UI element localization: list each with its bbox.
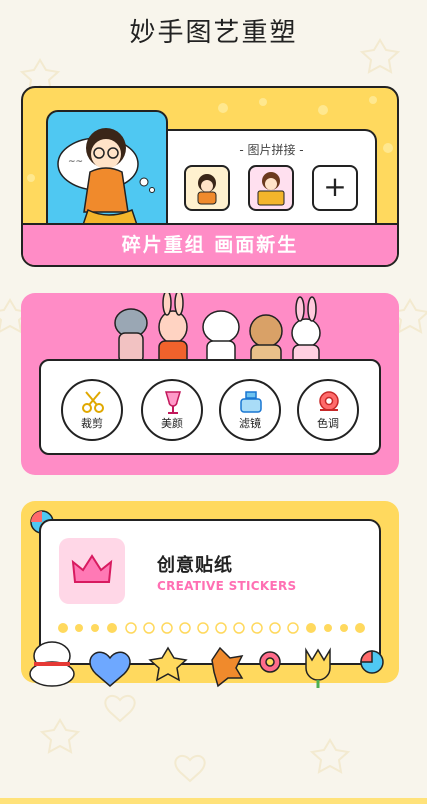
svg-text:~~: ~~	[68, 157, 83, 167]
tool-tone-label: 色调	[317, 417, 339, 430]
cup-icon	[164, 391, 182, 414]
tape-icon	[319, 391, 339, 411]
girl-sticker-icon	[197, 174, 217, 205]
photo-frame[interactable]: ~~	[46, 110, 168, 226]
thumb-girl-sticker[interactable]	[184, 165, 230, 211]
page-title: 妙手图艺重塑	[129, 18, 298, 48]
tool-crop-label: 裁剪	[81, 417, 103, 430]
girl-illustration: ~~	[57, 128, 155, 224]
dots-row	[58, 622, 365, 634]
collage-card[interactable]: ~~ - 图片拼接 - + 碎片重组 画面新生	[21, 86, 399, 267]
collage-label: - 图片拼接 -	[239, 143, 304, 157]
tools-card: 裁剪 美颜 滤镜 色调	[21, 293, 399, 475]
girl-box-sticker-icon	[257, 172, 285, 206]
collage-panel: - 图片拼接 - +	[168, 129, 377, 226]
tool-crop-button[interactable]: 裁剪	[61, 379, 123, 441]
tool-filter-button[interactable]: 滤镜	[219, 379, 281, 441]
stickers-title: 创意贴纸	[157, 555, 233, 576]
stickers-subtitle: CREATIVE STICKERS	[157, 579, 297, 593]
tool-tone-button[interactable]: 色调	[297, 379, 359, 441]
footer-strip	[0, 798, 427, 804]
stickers-panel: 创意贴纸 CREATIVE STICKERS	[39, 519, 381, 665]
scissors-icon	[82, 391, 104, 413]
collage-banner: 碎片重组 画面新生	[23, 223, 397, 265]
crown-icon	[71, 554, 113, 583]
tools-panel: 裁剪 美颜 滤镜 色调	[39, 359, 381, 455]
bottle-icon	[240, 391, 262, 413]
tool-filter-label: 滤镜	[239, 417, 261, 430]
stickers-icon-tile	[59, 538, 125, 604]
tool-beauty-button[interactable]: 美颜	[141, 379, 203, 441]
thumb-girl-box-sticker[interactable]	[248, 165, 294, 211]
stickers-card[interactable]: 创意贴纸 CREATIVE STICKERS	[21, 501, 399, 683]
tool-beauty-label: 美颜	[161, 417, 183, 430]
add-image-button[interactable]: +	[312, 165, 358, 211]
